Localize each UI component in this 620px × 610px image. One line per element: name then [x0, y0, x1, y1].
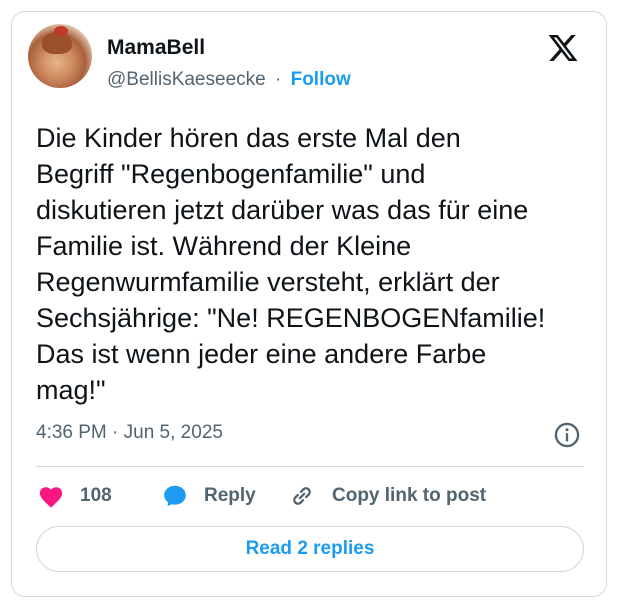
- avatar[interactable]: [28, 24, 92, 88]
- author-name[interactable]: MamaBell: [107, 36, 205, 60]
- link-icon: [293, 487, 311, 505]
- author-handle[interactable]: @BellisKaeseecke: [107, 69, 266, 90]
- separator-dot: ·: [274, 69, 282, 90]
- x-logo-icon[interactable]: [547, 32, 579, 64]
- author-handle-row: @BellisKaeseecke · Follow: [107, 69, 351, 91]
- info-icon[interactable]: [553, 421, 581, 449]
- like-count: 108: [80, 485, 112, 506]
- divider: [36, 466, 584, 467]
- reply-label: Reply: [204, 485, 256, 506]
- copy-link-button[interactable]: Copy link to post: [288, 482, 486, 510]
- tweet-text: Die Kinder hören das erste Mal den Begri…: [36, 123, 546, 405]
- avatar-bow: [54, 26, 68, 36]
- read-replies-button[interactable]: Read 2 replies: [36, 526, 584, 572]
- timestamp[interactable]: 4:36 PM · Jun 5, 2025: [36, 422, 223, 444]
- heart-icon: [39, 487, 63, 508]
- speech-bubble-icon: [164, 485, 186, 507]
- follow-button[interactable]: Follow: [291, 69, 351, 90]
- reply-button[interactable]: Reply: [162, 482, 256, 510]
- copy-link-label: Copy link to post: [332, 485, 487, 506]
- like-button[interactable]: 108: [38, 482, 112, 510]
